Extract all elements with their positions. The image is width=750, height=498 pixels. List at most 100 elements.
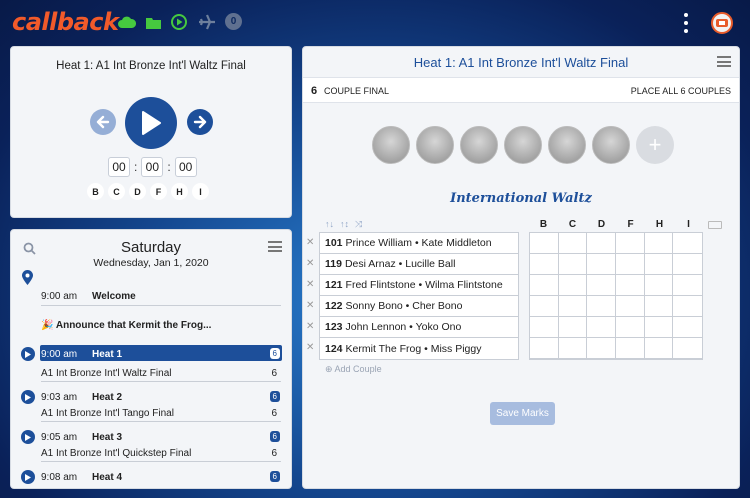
folder-icon[interactable]	[146, 13, 161, 31]
couple-final-label: COUPLE FINAL	[324, 86, 390, 96]
list-item[interactable]: 121 Fred Flintstone • Wilma Flintstone	[320, 275, 518, 296]
judge-letter[interactable]: H	[171, 183, 188, 200]
mark-cell[interactable]	[558, 254, 588, 275]
mark-cell[interactable]	[644, 338, 674, 359]
remove-couple-icon[interactable]: ✕	[306, 279, 314, 290]
sort-number-icon[interactable]: ↑↓	[325, 219, 334, 230]
judge-avatar[interactable]	[460, 126, 498, 164]
timer-hours[interactable]: 00	[108, 157, 130, 177]
mark-cell[interactable]	[615, 275, 645, 296]
mark-cell[interactable]	[644, 233, 674, 254]
schedule-item-welcome[interactable]: 9:00 am Welcome	[11, 286, 291, 306]
shuffle-icon[interactable]: ⤨	[355, 219, 362, 230]
timer-minutes[interactable]: 00	[141, 157, 164, 177]
play-circle-icon[interactable]	[171, 13, 187, 31]
add-judge-button[interactable]: +	[636, 126, 674, 164]
save-marks-button[interactable]: Save Marks	[490, 402, 555, 425]
timer-seconds[interactable]: 00	[174, 157, 197, 177]
previous-heat-button[interactable]	[90, 109, 116, 135]
judge-letter[interactable]: C	[108, 183, 125, 200]
mark-cell[interactable]	[587, 233, 616, 254]
mark-cell[interactable]	[615, 296, 645, 317]
mark-cell[interactable]	[644, 275, 674, 296]
list-item[interactable]: 101 Prince William • Kate Middleton	[320, 233, 518, 254]
list-item[interactable]: 123 John Lennon • Yoko Ono	[320, 317, 518, 338]
mark-cell[interactable]	[644, 254, 674, 275]
notification-badge[interactable]: 0	[225, 13, 242, 30]
mark-cell[interactable]	[644, 317, 674, 338]
schedule-item-heat-1[interactable]: 9:00 am Heat 1 6	[11, 344, 291, 364]
arrow-right-icon	[193, 115, 207, 129]
play-button[interactable]	[125, 97, 177, 149]
mark-cell[interactable]	[587, 254, 616, 275]
mark-cell[interactable]	[615, 338, 645, 359]
more-options-icon[interactable]	[683, 13, 689, 33]
hamburger-menu-icon[interactable]	[268, 241, 282, 252]
remove-couple-icon[interactable]: ✕	[306, 342, 314, 353]
page-title: Heat 1: A1 Int Bronze Int'l Waltz Final	[413, 55, 629, 70]
play-icon[interactable]	[21, 347, 35, 361]
play-icon[interactable]	[21, 390, 35, 404]
mark-cell[interactable]	[558, 338, 588, 359]
judge-letter[interactable]: I	[192, 183, 209, 200]
judge-letter[interactable]: D	[129, 183, 146, 200]
mark-cell[interactable]	[558, 317, 588, 338]
judge-avatar[interactable]	[504, 126, 542, 164]
schedule-item-announcement[interactable]: 🎉 Announce that Kermit the Frog...	[41, 320, 211, 331]
mark-cell[interactable]	[530, 275, 559, 296]
mark-cell[interactable]	[558, 296, 588, 317]
add-couple-button[interactable]: ⊕ Add Couple	[325, 364, 382, 375]
schedule-panel: Saturday Wednesday, Jan 1, 2020 9:00 am …	[10, 229, 292, 489]
mark-cell[interactable]	[530, 317, 559, 338]
judge-column-header: D	[597, 219, 606, 230]
mark-cell[interactable]	[558, 233, 588, 254]
judge-letter[interactable]: B	[87, 183, 104, 200]
mark-cell[interactable]	[530, 233, 559, 254]
remove-couple-icon[interactable]: ✕	[306, 237, 314, 248]
sort-alpha-icon[interactable]: ↑↕	[340, 219, 349, 230]
mark-cell[interactable]	[673, 317, 702, 338]
user-avatar[interactable]	[711, 12, 733, 34]
mark-cell[interactable]	[587, 296, 616, 317]
list-item[interactable]: 122 Sonny Bono • Cher Bono	[320, 296, 518, 317]
mark-cell[interactable]	[673, 275, 702, 296]
judge-avatar[interactable]	[416, 126, 454, 164]
judge-avatar[interactable]	[548, 126, 586, 164]
keyboard-icon[interactable]	[708, 221, 722, 229]
next-heat-button[interactable]	[187, 109, 213, 135]
remove-couple-icon[interactable]: ✕	[306, 300, 314, 311]
mark-cell[interactable]	[673, 233, 702, 254]
remove-couple-icon[interactable]: ✕	[306, 258, 314, 269]
judge-avatar[interactable]	[592, 126, 630, 164]
schedule-item-heat-4[interactable]: 9:08 am Heat 4 6	[11, 467, 291, 487]
mark-cell[interactable]	[587, 275, 616, 296]
mark-cell[interactable]	[673, 338, 702, 359]
judge-letter[interactable]: F	[150, 183, 167, 200]
remove-couple-icon[interactable]: ✕	[306, 321, 314, 332]
play-icon[interactable]	[21, 430, 35, 444]
list-item[interactable]: 119 Desi Arnaz • Lucille Ball	[320, 254, 518, 275]
play-icon[interactable]	[21, 470, 35, 484]
mark-cell[interactable]	[615, 254, 645, 275]
couple-count: 6	[311, 85, 318, 97]
list-item[interactable]: 124 Kermit The Frog • Miss Piggy	[320, 338, 518, 359]
mark-cell[interactable]	[673, 254, 702, 275]
judge-column-header: F	[627, 219, 634, 230]
mark-cell[interactable]	[644, 296, 674, 317]
mark-cell[interactable]	[587, 317, 616, 338]
cloud-sync-icon[interactable]	[118, 13, 136, 31]
app-logo[interactable]: callback	[12, 8, 119, 36]
mark-cell[interactable]	[615, 317, 645, 338]
mark-cell[interactable]	[558, 275, 588, 296]
airplane-icon[interactable]	[198, 13, 216, 31]
mark-cell[interactable]	[673, 296, 702, 317]
sort-controls: ↑↓ ↑↕ ⤨	[325, 219, 362, 230]
mark-cell[interactable]	[530, 338, 559, 359]
mark-cell[interactable]	[615, 233, 645, 254]
mark-cell[interactable]	[530, 254, 559, 275]
hamburger-menu-icon[interactable]	[717, 56, 731, 67]
judge-avatar[interactable]	[372, 126, 410, 164]
mark-cell[interactable]	[587, 338, 616, 359]
mark-cell[interactable]	[530, 296, 559, 317]
divider	[41, 461, 281, 462]
